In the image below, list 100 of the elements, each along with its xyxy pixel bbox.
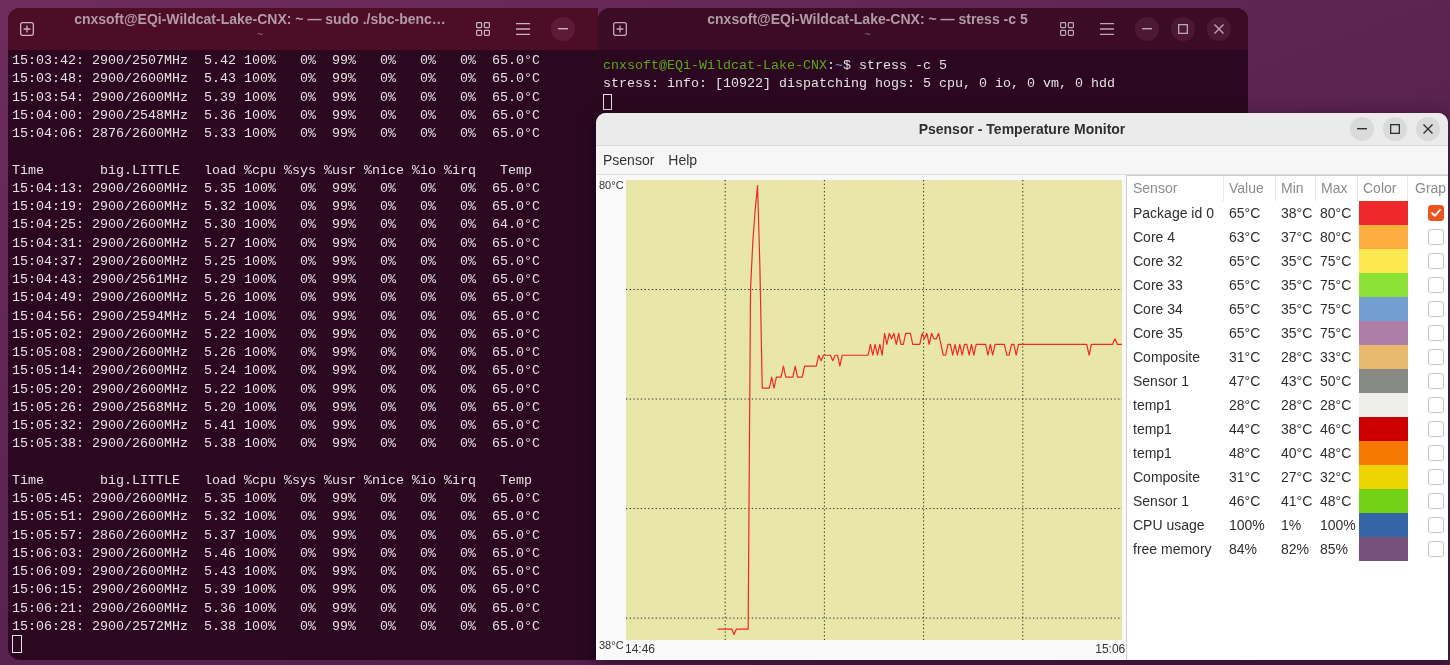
maximize-button[interactable]: [1383, 117, 1407, 141]
terminal-line: 15:05:02: 2900/2600MHz 5.22 100% 0% 99% 0% 0% 0% 65.0°C: [12, 325, 540, 344]
column-header[interactable]: Grap: [1408, 176, 1446, 201]
table-cell-text: Core 32: [1132, 251, 1183, 271]
table-cell-text: 32°C: [1319, 467, 1352, 487]
text-cursor: [603, 93, 612, 110]
graph-checkbox[interactable]: [1428, 469, 1444, 485]
table-cell-text: 80°C: [1319, 227, 1352, 247]
graph-checkbox[interactable]: [1428, 493, 1444, 509]
checkmark-icon: [1431, 209, 1441, 217]
table-cell-text: Composite: [1132, 347, 1200, 367]
close-icon: [1214, 24, 1224, 34]
graph-checkbox[interactable]: [1428, 277, 1444, 293]
terminal-line: 15:05:20: 2900/2600MHz 5.22 100% 0% 99% 0% 0% 0% 65.0°C: [12, 380, 540, 399]
table-cell-text: 38°C: [1280, 203, 1313, 223]
graph-checkbox[interactable]: [1428, 397, 1444, 413]
table-cell-text: 75°C: [1319, 275, 1352, 295]
terminal-line: 15:05:51: 2900/2600MHz 5.32 100% 0% 99% 0% 0% 0% 65.0°C: [12, 508, 540, 527]
grid-icon: [1060, 22, 1074, 36]
table-cell-text: 28°C: [1280, 395, 1313, 415]
terminal-line: 15:05:38: 2900/2600MHz 5.38 100% 0% 99% 0% 0% 0% 65.0°C: [12, 435, 540, 454]
terminal-line: 15:03:42: 2900/2507MHz 5.42 100% 0% 99% 0% 0% 0% 65.0°C: [12, 52, 540, 70]
column-header[interactable]: Max: [1316, 176, 1358, 201]
graph-checkbox[interactable]: [1428, 301, 1444, 317]
table-cell-text: 65°C: [1228, 275, 1261, 295]
graph-checkbox[interactable]: [1428, 373, 1444, 389]
graph-checkbox[interactable]: [1428, 325, 1444, 341]
terminal-line: 15:04:43: 2900/2561MHz 5.29 100% 0% 99% 0% 0% 0% 65.0°C: [12, 271, 540, 289]
graph-checkbox[interactable]: [1428, 349, 1444, 365]
graph-checkbox[interactable]: [1428, 541, 1444, 557]
table-cell-text: 84%: [1228, 539, 1258, 559]
minimize-button[interactable]: [551, 17, 575, 41]
graph-checkbox[interactable]: [1428, 517, 1444, 533]
graph-checkbox[interactable]: [1428, 421, 1444, 437]
minimize-icon: [1357, 128, 1367, 130]
table-cell-text: 35°C: [1280, 251, 1313, 271]
terminal-line: 15:04:56: 2900/2594MHz 5.24 100% 0% 99% 0% 0% 0% 65.0°C: [12, 307, 540, 326]
table-cell-text: Sensor 1: [1132, 491, 1190, 511]
terminal-line: 15:04:37: 2900/2600MHz 5.25 100% 0% 99% 0% 0% 0% 65.0°C: [12, 252, 540, 271]
table-cell-text: CPU usage: [1132, 515, 1205, 535]
table-cell-text: 41°C: [1280, 491, 1313, 511]
window-subtitle: ~: [256, 28, 264, 40]
table-cell-text: 31°C: [1228, 467, 1261, 487]
table-cell-text: Core 35: [1132, 323, 1183, 343]
terminal-line: 15:03:54: 2900/2600MHz 5.39 100% 0% 99% 0% 0% 0% 65.0°C: [12, 88, 540, 107]
terminal-line: 15:05:26: 2900/2568MHz 5.20 100% 0% 99% 0% 0% 0% 65.0°C: [12, 398, 540, 417]
minimize-icon: [558, 28, 568, 30]
table-cell-text: 33°C: [1319, 347, 1352, 367]
terminal-line: Time big.LITTLE load %cpu %sys %usr %nice %io %irq Temp: [12, 161, 532, 180]
terminal-line: 15:05:08: 2900/2600MHz 5.26 100% 0% 99% 0% 0% 0% 65.0°C: [12, 344, 540, 362]
terminal-line: 15:05:14: 2900/2600MHz 5.24 100% 0% 99% 0% 0% 0% 65.0°C: [12, 362, 540, 381]
table-cell-text: 48°C: [1319, 443, 1352, 463]
column-header[interactable]: Min: [1276, 176, 1316, 201]
table-cell-text: Composite: [1132, 467, 1200, 487]
table-cell-text: 50°C: [1319, 371, 1352, 391]
maximize-button[interactable]: [1171, 17, 1195, 41]
table-cell-text: Core 34: [1132, 299, 1183, 319]
graph-checkbox[interactable]: [1428, 253, 1444, 269]
minimize-button[interactable]: [1350, 117, 1374, 141]
table-cell-text: 28°C: [1228, 395, 1261, 415]
square-plus-icon: [20, 22, 34, 36]
window-title: cnxsoft@EQi-Wildcat-Lake-CNX: ~ — stress -c 5: [707, 10, 1028, 28]
column-header[interactable]: Sensor: [1128, 176, 1224, 201]
terminal-line: 15:06:21: 2900/2600MHz 5.36 100% 0% 99% 0% 0% 0% 65.0°C: [12, 599, 540, 618]
table-cell-text: 100%: [1228, 515, 1265, 535]
axis-label: 15:06: [1095, 642, 1126, 656]
table-cell-text: 46°C: [1228, 491, 1261, 511]
table-cell-text: 75°C: [1319, 251, 1352, 271]
window-title: cnxsoft@EQi-Wildcat-Lake-CNX: ~ — sudo ./sbc-benc…: [74, 10, 446, 28]
menu-item[interactable]: Help: [661, 146, 705, 174]
table-cell-text: 75°C: [1319, 323, 1352, 343]
table-cell-text: 35°C: [1280, 323, 1313, 343]
table-cell-text: 37°C: [1280, 227, 1313, 247]
window-subtitle: ~: [864, 28, 871, 40]
table-cell-text: 47°C: [1228, 371, 1261, 391]
terminal-line: 15:06:15: 2900/2600MHz 5.39 100% 0% 99% 0% 0% 0% 65.0°C: [12, 581, 540, 600]
terminal-line: 15:06:28: 2900/2572MHz 5.38 100% 0% 99% 0% 0% 0% 65.0°C: [12, 617, 540, 636]
table-cell-text: 27°C: [1280, 467, 1313, 487]
prompt-line: cnxsoft@EQi-Wildcat-Lake-CNX:~$ stress -c 5: [603, 57, 947, 75]
terminal-line: 15:04:49: 2900/2600MHz 5.26 100% 0% 99% 0% 0% 0% 65.0°C: [12, 289, 540, 308]
terminal-line: 15:04:19: 2900/2600MHz 5.32 100% 0% 99% 0% 0% 0% 65.0°C: [12, 198, 540, 216]
table-cell-text: 44°C: [1228, 419, 1261, 439]
table-cell-text: 65°C: [1228, 251, 1261, 271]
close-button[interactable]: [1207, 17, 1231, 41]
column-header[interactable]: Value: [1224, 176, 1276, 201]
terminal-line: stress: info: [10922] dispatching hogs: 5 cpu, 0 io, 0 vm, 0 hdd: [603, 75, 1115, 94]
terminal-line: Time big.LITTLE load %cpu %sys %usr %nice %io %irq Temp: [12, 471, 532, 490]
terminal-line: 15:06:03: 2900/2600MHz 5.46 100% 0% 99% 0% 0% 0% 65.0°C: [12, 544, 540, 563]
graph-checkbox[interactable]: [1428, 205, 1444, 221]
terminal-line: 15:06:09: 2900/2600MHz 5.43 100% 0% 99% 0% 0% 0% 65.0°C: [12, 563, 540, 581]
graph-checkbox[interactable]: [1428, 445, 1444, 461]
square-plus-icon: [613, 22, 627, 36]
menu-item[interactable]: Psensor: [596, 146, 662, 174]
table-cell-text: Core 4: [1132, 227, 1176, 247]
graph-checkbox[interactable]: [1428, 229, 1444, 245]
table-cell-text: 46°C: [1319, 419, 1352, 439]
close-button[interactable]: [1416, 117, 1440, 141]
table-cell-text: 43°C: [1280, 371, 1313, 391]
minimize-button[interactable]: [1135, 17, 1159, 41]
table-cell-text: 38°C: [1280, 419, 1313, 439]
